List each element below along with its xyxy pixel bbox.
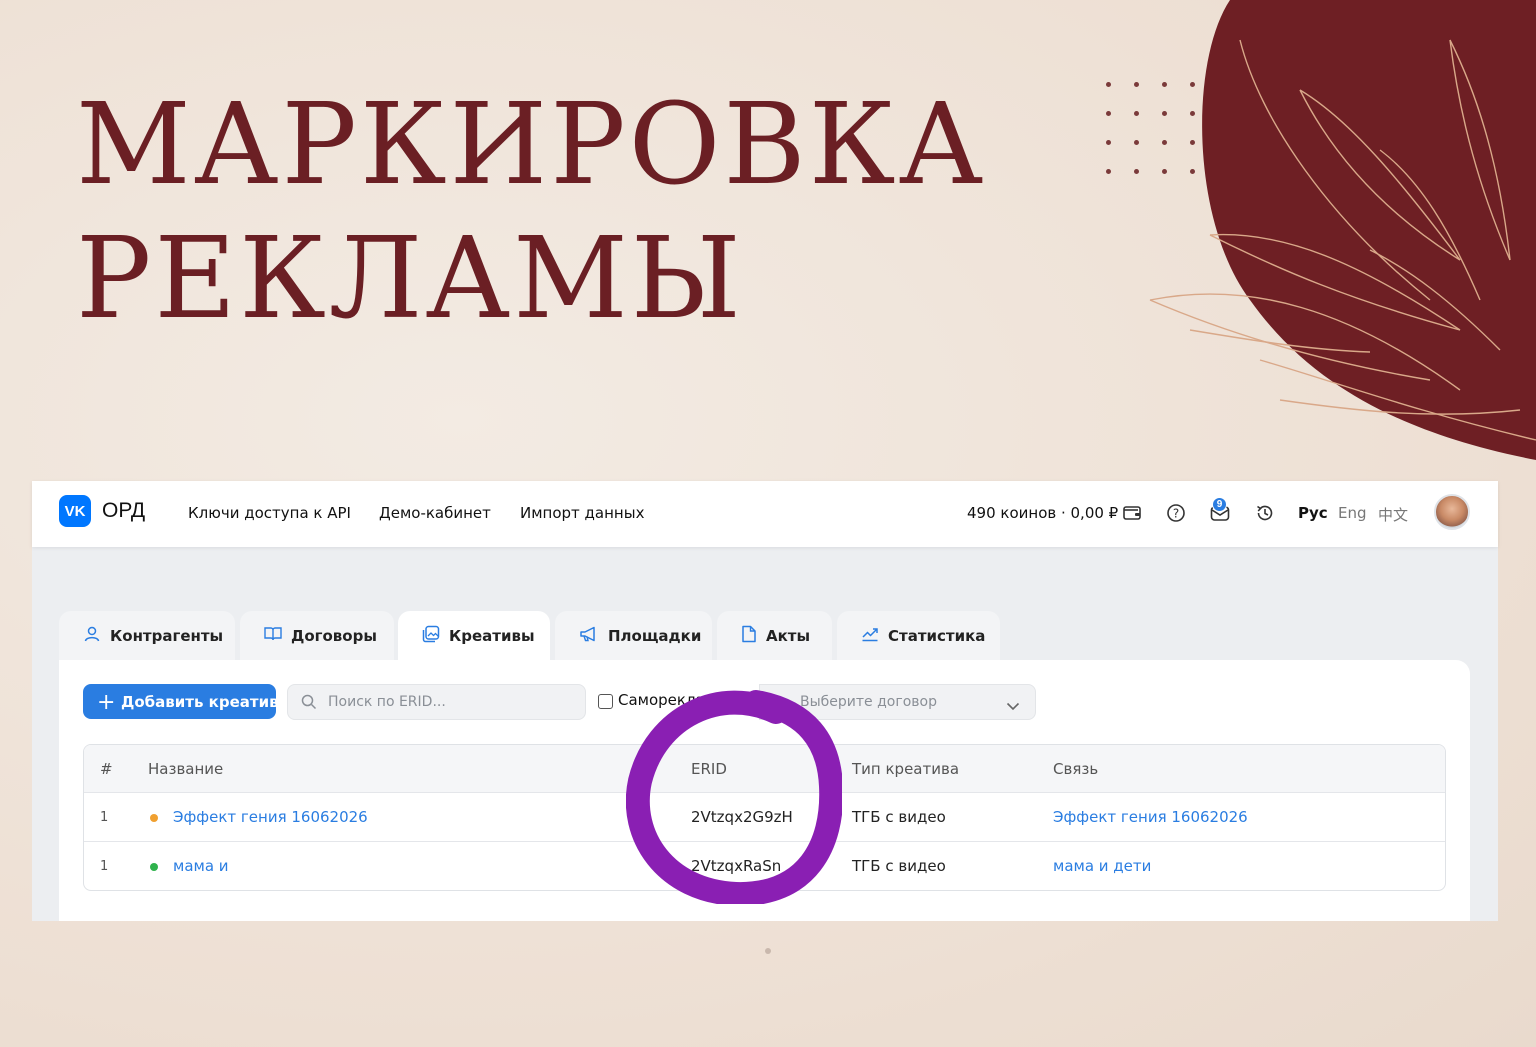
nav-api-keys[interactable]: Ключи доступа к API (188, 504, 351, 522)
status-dot (150, 814, 158, 822)
megaphone-icon (579, 626, 599, 646)
notifications-badge: 9 (1212, 497, 1227, 512)
tab-label: Статистика (888, 627, 986, 645)
search-icon (301, 694, 317, 714)
col-link[interactable]: Связь (1053, 760, 1098, 778)
tab-platforms[interactable]: Площадки (555, 611, 712, 661)
tab-acts[interactable]: Акты (717, 611, 832, 661)
person-icon (83, 625, 101, 647)
tab-label: Креативы (449, 627, 535, 645)
nav-import-data[interactable]: Импорт данных (520, 504, 644, 522)
row-number: 1 (100, 810, 109, 825)
chevron-down-icon (1006, 696, 1020, 715)
self-ad-checkbox[interactable] (598, 694, 613, 709)
add-creative-button[interactable]: + Добавить креатив (83, 684, 279, 719)
lang-zh[interactable]: 中文 (1378, 504, 1408, 525)
decorative-leaf-circle (1149, 0, 1536, 460)
tab-label: Договоры (291, 627, 377, 645)
highlight-circle (626, 690, 842, 904)
chart-icon (861, 626, 879, 646)
vk-logo[interactable]: VK (59, 495, 91, 527)
tab-label: Контрагенты (110, 627, 224, 645)
search-input[interactable]: Поиск по ERID... (287, 684, 586, 720)
creative-name-link[interactable]: Эффект гения 16062026 (173, 808, 368, 826)
creative-type: ТГБ с видео (852, 857, 946, 875)
help-icon[interactable]: ? (1165, 502, 1187, 524)
tab-label: Площадки (608, 627, 702, 645)
tab-contracts[interactable]: Договоры (240, 611, 394, 661)
tab-statistics[interactable]: Статистика (837, 611, 1000, 661)
col-name[interactable]: Название (148, 760, 223, 778)
add-creative-label: Добавить креатив (121, 692, 279, 711)
tab-creatives[interactable]: Креативы (398, 611, 550, 661)
document-icon (741, 625, 757, 647)
creative-name-link[interactable]: мама и (173, 857, 229, 875)
relation-link[interactable]: Эффект гения 16062026 (1053, 808, 1248, 826)
nav-demo-cabinet[interactable]: Демо-кабинет (379, 504, 491, 522)
headline: МАРКИРОВКА РЕКЛАМЫ (76, 78, 986, 346)
tab-counterparties[interactable]: Контрагенты (59, 611, 235, 661)
plus-icon: + (97, 690, 116, 715)
tab-label: Акты (766, 627, 811, 645)
book-icon (264, 626, 282, 646)
lang-en[interactable]: Eng (1338, 504, 1367, 522)
row-number: 1 (100, 859, 109, 874)
headline-line-1: МАРКИРОВКА (76, 80, 987, 210)
svg-text:?: ? (1173, 507, 1179, 521)
wallet-icon[interactable] (1121, 502, 1143, 524)
top-bar: VK ОРД Ключи доступа к API Демо-кабинет … (32, 481, 1498, 547)
decorative-dot (765, 948, 771, 954)
status-dot (150, 863, 158, 871)
headline-line-2: РЕКЛАМЫ (76, 214, 744, 344)
search-placeholder: Поиск по ERID... (328, 694, 446, 710)
col-type[interactable]: Тип креатива (852, 760, 959, 778)
col-number: # (100, 760, 113, 778)
balance: 490 коинов · 0,00 ₽ (967, 504, 1119, 522)
history-icon[interactable] (1254, 502, 1276, 524)
brand-name: ОРД (102, 499, 146, 522)
avatar[interactable] (1434, 494, 1470, 530)
relation-link[interactable]: мама и дети (1053, 857, 1151, 875)
lang-ru[interactable]: Рус (1298, 504, 1328, 522)
creative-icon (422, 625, 440, 647)
creative-type: ТГБ с видео (852, 808, 946, 826)
